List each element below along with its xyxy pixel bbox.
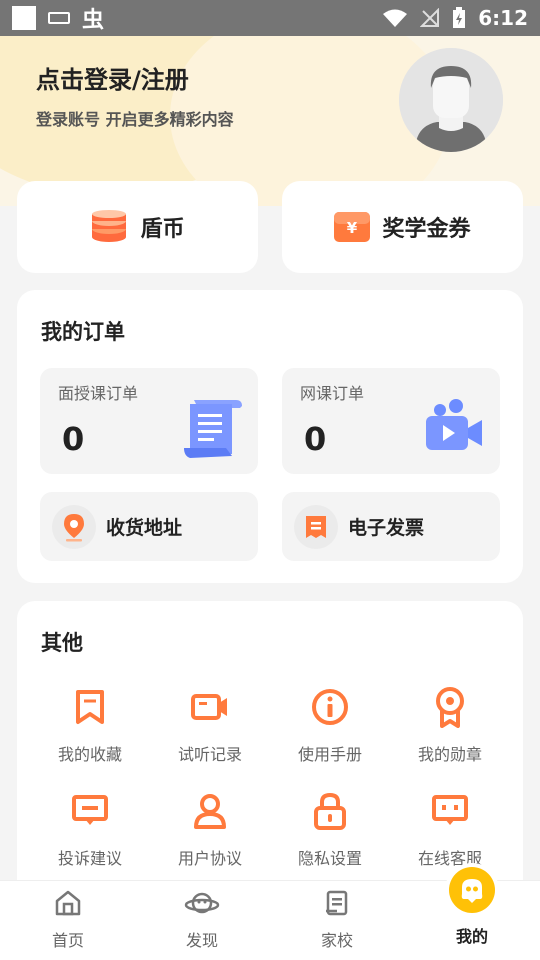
scroll-document-icon: [184, 400, 242, 458]
nav-mine-label: 我的: [455, 927, 488, 946]
coins-card[interactable]: 盾币: [17, 181, 258, 273]
offline-orders-label: 面授课订单: [58, 384, 139, 403]
wifi-icon: [383, 9, 408, 27]
login-subtitle: 登录账号 开启更多精彩内容: [36, 110, 234, 129]
nav-home-school[interactable]: 家校: [277, 889, 397, 951]
nav-mine-active-icon[interactable]: [449, 867, 495, 913]
online-orders-label: 网课订单: [300, 384, 365, 403]
orders-card: 我的订单 面授课订单 0 网课订单 0 收货地址 电子发票: [17, 290, 523, 583]
user-icon: [194, 794, 226, 829]
scholarship-card[interactable]: ¥ 奖学金券: [282, 181, 523, 273]
login-register-link[interactable]: 点击登录/注册: [36, 60, 189, 95]
trial-records-item[interactable]: 试听记录: [150, 685, 270, 765]
app-notification-icon: 虫: [82, 8, 105, 33]
online-orders-count: 0: [304, 420, 327, 458]
default-avatar-icon: [399, 48, 503, 152]
medals-item[interactable]: 我的勋章: [390, 685, 510, 765]
clock: 6:12: [478, 6, 528, 30]
chat-icon: [432, 795, 468, 825]
e-invoice-label: 电子发票: [348, 517, 425, 539]
medals-label: 我的勋章: [417, 745, 482, 764]
nav-discover[interactable]: 发现: [142, 889, 262, 951]
orders-title: 我的订单: [41, 320, 125, 344]
user-agreement-label: 用户协议: [177, 849, 242, 868]
offline-orders-count: 0: [62, 420, 85, 458]
nav-home-label: 首页: [51, 931, 84, 950]
planet-icon: [184, 892, 220, 914]
user-manual-label: 使用手册: [297, 745, 362, 764]
avatar[interactable]: [399, 48, 503, 152]
feedback-label: 投诉建议: [57, 849, 122, 868]
nav-home-school-label: 家校: [320, 931, 353, 950]
notification-square-icon: [12, 6, 36, 30]
other-card: 其他 我的收藏 试听记录 使用手册 我的勋章 投诉建议 用户协议 隐私设置 在线…: [17, 601, 523, 901]
coins-icon: [92, 210, 127, 242]
coins-label: 盾币: [140, 217, 185, 242]
notebook-icon: [326, 890, 348, 916]
bookmark-icon: [76, 690, 104, 724]
bottom-nav: 首页 发现 家校 我的: [0, 867, 540, 960]
info-icon: [312, 689, 348, 725]
e-invoice-tile[interactable]: 电子发票: [282, 492, 500, 561]
privacy-settings-label: 隐私设置: [297, 849, 362, 868]
feedback-icon: [72, 795, 108, 825]
keyboard-icon: [48, 12, 70, 24]
online-service-label: 在线客服: [417, 849, 482, 868]
favorites-label: 我的收藏: [57, 745, 122, 764]
scholarship-label: 奖学金券: [382, 217, 471, 242]
no-signal-icon: [420, 8, 440, 27]
nav-discover-label: 发现: [185, 931, 218, 950]
invoice-icon: [306, 515, 326, 538]
coupon-icon: ¥: [334, 212, 371, 242]
user-manual-item[interactable]: 使用手册: [270, 685, 390, 765]
favorites-item[interactable]: 我的收藏: [30, 685, 150, 765]
user-agreement-item[interactable]: 用户协议: [150, 789, 270, 869]
nav-home[interactable]: 首页: [8, 889, 128, 951]
profile-icon: [461, 879, 483, 903]
status-bar: 虫 6:12: [0, 0, 540, 36]
video-camera-icon: [426, 399, 482, 450]
online-service-item[interactable]: 在线客服: [390, 789, 510, 869]
battery-icon: [453, 7, 466, 28]
online-orders-tile[interactable]: 网课订单 0: [282, 368, 500, 474]
trial-records-label: 试听记录: [177, 745, 242, 764]
shipping-address-tile[interactable]: 收货地址: [40, 492, 258, 561]
lock-icon: [314, 792, 346, 830]
svg-text:¥: ¥: [347, 219, 358, 237]
privacy-settings-item[interactable]: 隐私设置: [270, 789, 390, 869]
offline-orders-tile[interactable]: 面授课订单 0: [40, 368, 258, 474]
feedback-item[interactable]: 投诉建议: [30, 789, 150, 869]
location-pin-icon: [64, 513, 84, 541]
other-title: 其他: [41, 631, 83, 655]
shipping-address-label: 收货地址: [106, 517, 183, 539]
home-icon: [55, 890, 81, 916]
medal-icon: [436, 687, 464, 728]
video-record-icon: [191, 694, 227, 720]
